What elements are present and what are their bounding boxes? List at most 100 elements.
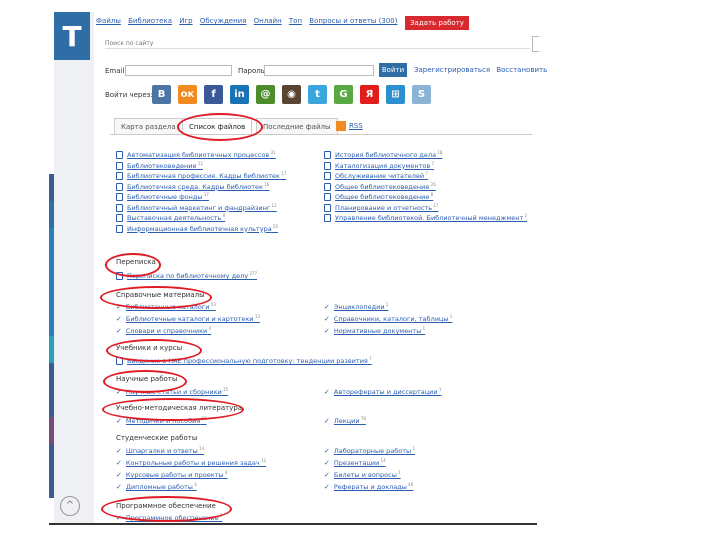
list-item[interactable]: ✓ Презентации 14 [324,458,386,467]
list-item[interactable]: Обслуживание читателей 7 [324,171,428,181]
login-button[interactable]: Войти [379,63,407,77]
list-item[interactable]: Библиотечные фонды 17 [116,192,209,202]
vk-icon[interactable]: В [152,85,171,104]
window-edge [532,36,539,52]
list-item[interactable]: ✓ Лекции 78 [324,416,366,425]
list-item[interactable]: ✓ Билеты и вопросы 1 [324,470,401,479]
section-title-studencheskie: Студенческие работы [116,434,198,442]
twitter-icon[interactable]: t [308,85,327,104]
list-item[interactable]: ✓ Рефераты и доклады 46 [324,482,413,491]
list-item-count: 12 [259,458,267,463]
top-nav: Файлы Библиотека Игр Обсуждения Онлайн Т… [96,17,402,29]
list-item[interactable]: ✓ Дипломные работы 4 [116,482,197,491]
list-item[interactable]: Информационная библиотечная культура 25 [116,224,278,233]
checkmark-icon: ✓ [116,327,122,336]
checkmark-icon: ✓ [324,459,330,468]
search-input[interactable] [105,38,530,49]
list-item-count: 15 [221,387,229,392]
nav-discussions[interactable]: Обсуждения [200,17,247,25]
instagram-icon[interactable]: ◉ [282,85,301,104]
auth-links: Зарегистрироваться Восстановить [414,66,547,74]
list-item[interactable]: Автоматизация библиотечных процессов 31 [116,150,276,160]
list-item-count: 1 [421,326,426,331]
register-link[interactable]: Зарегистрироваться [414,66,490,74]
scroll-up-button[interactable]: ^ [60,496,80,516]
list-item[interactable]: ✓ Энциклопедии 1 [324,302,388,311]
list-item-label: Библиотековедение [127,161,197,170]
nav-games[interactable]: Игр [179,17,192,25]
list-item-label: Библиотечные каталоги и картотеки [125,315,254,324]
list-item[interactable]: ✓ Нормативные документы 1 [324,326,425,335]
bottom-border [49,523,537,525]
bookmark-icon [116,161,123,170]
list-item[interactable]: ✓ Контрольные работы и решения задач 12 [116,458,266,467]
checkmark-icon: ✓ [116,471,122,480]
list-item[interactable]: Планирование и отчетность 17 [324,203,438,212]
list-item[interactable]: История библиотечного дела 18 [324,150,442,160]
annotation-oval [103,370,187,393]
tab-divider [110,134,532,135]
list-item-label: Общее библиотековедение [335,193,430,202]
list-item[interactable]: ✓ Шпаргалки и ответы 14 [116,446,204,455]
list-item[interactable]: Библиотечная среда. Кадры библиотек 16 [116,182,269,191]
nav-qa[interactable]: Вопросы и ответы (300) [309,17,397,25]
linkedin-icon[interactable]: in [230,85,249,104]
list-item[interactable]: Каталогизация документов 7 [324,161,434,170]
list-item-count: 53 [209,302,216,307]
list-item-count: 46 [406,482,414,487]
list-item[interactable]: Библиотечный маркетинг и фандрайзинг 12 [116,203,277,212]
nav-files[interactable]: Файлы [96,17,121,25]
list-item[interactable]: Библиотечная профессия. Кадры библиотек … [116,171,286,181]
rss-link[interactable]: RSS [349,122,363,130]
google-icon[interactable]: G [334,85,353,104]
list-item[interactable]: ✓ Курсовые работы и проекты 4 [116,470,227,479]
bookmark-icon [116,203,123,212]
yandex-icon[interactable]: Я [360,85,379,104]
list-item[interactable]: Управление библиотекой. Библиотечный мен… [324,213,527,223]
checkmark-icon: ✓ [116,483,122,492]
list-item[interactable]: ✓ Авторефераты и диссертации 1 [324,387,441,396]
list-item-count: 31 [269,150,276,155]
password-field[interactable] [264,65,374,76]
ask-work-button[interactable]: Задать работу [405,16,469,30]
bookmark-icon [116,172,123,181]
password-label: Пароль [238,67,265,75]
checkmark-icon: ✓ [324,471,330,480]
bookmark-icon [116,182,123,191]
nav-top[interactable]: Топ [289,17,302,25]
list-item-label: Информационная библиотечная культура [127,224,272,233]
facebook-icon[interactable]: f [204,85,223,104]
restore-link[interactable]: Восстановить [496,66,547,74]
sidebar [54,12,94,525]
list-item[interactable]: Общее библиотековедение 8 [324,192,434,202]
odnoklassniki-icon[interactable]: ок [178,85,197,104]
list-item[interactable]: ✓ Библиотечные каталоги и картотеки 13 [116,314,260,323]
checkmark-icon: ✓ [324,388,330,397]
list-item[interactable]: ✓ Справочники, каталоги, таблицы 1 [324,314,452,323]
list-item[interactable]: ✓ Словари и справочники 4 [116,326,211,335]
list-item-label: Энциклопедии [333,303,385,312]
windows-icon[interactable]: ⊞ [386,85,405,104]
list-item-label: Библиотечная среда. Кадры библиотек [127,182,263,191]
list-item-count: 7 [367,356,372,361]
list-item-count: 1 [411,446,416,451]
mailru-icon[interactable]: @ [256,85,275,104]
nav-online[interactable]: Онлайн [254,17,282,25]
list-item-count: 1 [437,387,442,392]
site-logo[interactable]: T [54,12,90,60]
nav-library[interactable]: Библиотека [128,17,172,25]
list-item-count: 25 [271,223,279,229]
list-item-count: 12 [270,202,277,208]
tab-section-map[interactable]: Карта раздела [114,118,183,135]
list-item[interactable]: Библиотековедение 12 [116,161,203,170]
email-field[interactable] [125,65,232,76]
bookmark-icon [324,172,331,181]
list-item[interactable]: Общее библиотековедение 26 [324,182,436,191]
list-item-label: Словари и справочники [125,327,208,336]
checkmark-icon: ✓ [116,417,122,426]
steam-icon[interactable]: S [412,85,431,104]
tab-latest-files[interactable]: Последние файлы [256,118,338,135]
list-item[interactable]: Выставочная деятельность 9 [116,213,225,223]
list-item-count: 8 [429,192,434,197]
list-item[interactable]: ✓ Лабораторные работы 1 [324,446,415,455]
